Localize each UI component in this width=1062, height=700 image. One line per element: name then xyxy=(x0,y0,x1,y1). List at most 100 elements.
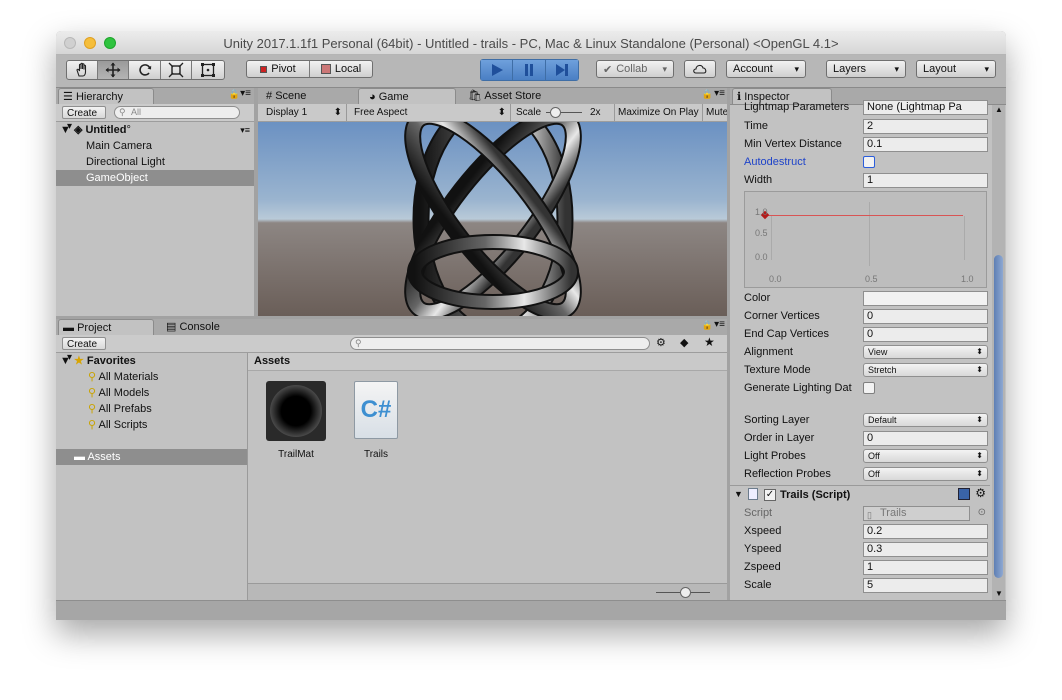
width-curve-editor[interactable]: 1.0 0.5 0.0 0.0 0.5 1.0 xyxy=(744,191,987,288)
move-tool-button[interactable] xyxy=(97,61,130,79)
hierarchy-item[interactable]: Directional Light xyxy=(56,154,254,170)
asset-browser: Assets TrailMat C# Trails xyxy=(248,353,727,600)
lock-icon[interactable]: 🔒 xyxy=(702,89,713,100)
end-cap-vertices-field[interactable]: 0 xyxy=(863,327,988,342)
panel-menu-icon[interactable]: ▾≡ xyxy=(714,88,725,99)
tab-game[interactable]: ◕ Game xyxy=(358,88,456,104)
field-label: Color xyxy=(744,292,771,304)
tab-hierarchy[interactable]: ☰ Hierarchy xyxy=(58,88,154,104)
component-header[interactable]: ▼ ✓ Trails (Script) ⚙ xyxy=(730,485,990,506)
foldout-arrow-icon[interactable]: ▼ xyxy=(734,489,743,499)
store-icon: 🛍 xyxy=(468,90,482,102)
game-viewport[interactable] xyxy=(258,122,727,316)
color-gradient-field[interactable] xyxy=(863,291,988,306)
rotate-tool-button[interactable] xyxy=(129,61,161,79)
maximize-on-play-toggle[interactable]: Maximize On Play xyxy=(616,104,703,121)
expand-arrow-icon[interactable]: ▼ xyxy=(60,355,71,367)
alignment-dropdown[interactable]: View xyxy=(863,345,988,359)
panel-menu-icon[interactable]: ▾≡ xyxy=(240,88,251,99)
favorites-item[interactable]: ⚲ All Models xyxy=(56,385,247,401)
script-field[interactable]: ▯ Trails xyxy=(863,506,970,521)
scrollbar-thumb[interactable] xyxy=(994,255,1003,578)
assets-folder-row[interactable]: ▬ Assets xyxy=(56,449,247,465)
game-panel: # Scene ◕ Game 🛍 Asset Store 🔒 ▾≡ Displa… xyxy=(258,88,727,316)
tab-console[interactable]: ▤ Console xyxy=(162,319,258,335)
xspeed-field[interactable]: 0.2 xyxy=(863,524,988,539)
tab-project[interactable]: ▬ Project xyxy=(58,319,154,335)
step-button[interactable] xyxy=(545,60,578,80)
rect-tool-button[interactable] xyxy=(192,61,224,79)
inspector-scrollbar[interactable]: ▲ ▼ xyxy=(992,105,1005,600)
pivot-label: Pivot xyxy=(271,63,296,75)
cloud-button[interactable] xyxy=(684,60,716,78)
scale-tool-button[interactable] xyxy=(161,61,193,79)
width-field[interactable]: 1 xyxy=(863,173,988,188)
filter-label-icon[interactable]: ◆ xyxy=(680,336,688,349)
favorite-star-icon[interactable]: ★ xyxy=(704,335,715,349)
tab-scene[interactable]: # Scene xyxy=(262,88,354,104)
component-enabled-checkbox[interactable]: ✓ xyxy=(764,489,776,501)
field-label: Min Vertex Distance xyxy=(744,138,842,150)
object-picker-icon[interactable]: ⊙ xyxy=(978,505,986,521)
asset-item[interactable]: TrailMat xyxy=(264,381,328,467)
lightmap-parameters-field[interactable]: None (Lightmap Pa xyxy=(863,100,988,115)
play-button[interactable] xyxy=(481,60,514,80)
curve-grid xyxy=(869,202,870,266)
reflection-probes-dropdown[interactable]: Off xyxy=(863,467,988,481)
layers-dropdown[interactable]: Layers xyxy=(826,60,906,78)
asset-item[interactable]: C# Trails xyxy=(344,381,408,467)
scene-row[interactable]: ▼ ◈ Untitled° ▾≡ xyxy=(56,122,254,138)
tab-asset-store[interactable]: 🛍 Asset Store xyxy=(464,88,568,104)
sorting-layer-dropdown[interactable]: Default xyxy=(863,413,988,427)
gear-icon[interactable]: ⚙ xyxy=(975,486,986,500)
favorites-item[interactable]: ⚲ All Prefabs xyxy=(56,401,247,417)
mute-audio-toggle[interactable]: Mute xyxy=(704,104,727,121)
pause-button[interactable] xyxy=(513,60,546,80)
layout-dropdown[interactable]: Layout xyxy=(916,60,996,78)
scroll-down-icon[interactable]: ▼ xyxy=(995,589,1003,598)
pivot-button[interactable]: Pivot xyxy=(247,61,310,77)
lock-icon[interactable]: 🔒 xyxy=(702,320,713,331)
lock-icon[interactable]: 🔒 xyxy=(229,89,240,100)
hand-tool-button[interactable] xyxy=(67,61,98,79)
hierarchy-item-selected[interactable]: GameObject xyxy=(56,170,254,186)
light-probes-row: Light Probes Off xyxy=(744,448,988,464)
filter-type-icon[interactable]: ⚙ xyxy=(656,336,666,349)
zspeed-field[interactable]: 1 xyxy=(863,560,988,575)
favorites-item[interactable]: ⚲ All Materials xyxy=(56,369,247,385)
hierarchy-item[interactable]: Main Camera xyxy=(56,138,254,154)
scene-menu-icon[interactable]: ▾≡ xyxy=(240,122,250,138)
hierarchy-search-input[interactable]: ⚲ All xyxy=(114,106,240,119)
collab-dropdown[interactable]: ✔ Collab xyxy=(596,60,674,78)
scale-slider-thumb[interactable] xyxy=(550,107,561,118)
yspeed-field[interactable]: 0.3 xyxy=(863,542,988,557)
field-label: Width xyxy=(744,174,773,186)
book-icon[interactable] xyxy=(958,488,970,500)
favorites-row[interactable]: ▼ ★ Favorites xyxy=(56,353,247,369)
favorites-item-label: All Prefabs xyxy=(98,403,152,415)
panel-menu-icon[interactable]: ▾≡ xyxy=(714,319,725,330)
scale-field[interactable]: 5 xyxy=(863,578,988,593)
aspect-dropdown[interactable]: Free Aspect ⬍ xyxy=(350,104,511,121)
autodestruct-checkbox[interactable] xyxy=(863,156,875,168)
light-probes-dropdown[interactable]: Off xyxy=(863,449,988,463)
project-search-input[interactable]: ⚲ xyxy=(350,337,650,350)
favorites-item[interactable]: ⚲ All Scripts xyxy=(56,417,247,433)
material-sphere-icon xyxy=(270,385,322,437)
corner-vertices-field[interactable]: 0 xyxy=(863,309,988,324)
generate-lighting-checkbox[interactable] xyxy=(863,382,875,394)
order-in-layer-field[interactable]: 0 xyxy=(863,431,988,446)
local-button[interactable]: Local xyxy=(310,61,372,77)
account-dropdown[interactable]: Account xyxy=(726,60,806,78)
curve-x-label: 1.0 xyxy=(961,274,974,284)
icon-size-slider-thumb[interactable] xyxy=(680,587,691,598)
field-label: Texture Mode xyxy=(744,364,811,376)
time-field[interactable]: 2 xyxy=(863,119,988,134)
scroll-up-icon[interactable]: ▲ xyxy=(995,105,1003,114)
min-vertex-distance-field[interactable]: 0.1 xyxy=(863,137,988,152)
expand-arrow-icon[interactable]: ▼ xyxy=(60,124,71,136)
texture-mode-dropdown[interactable]: Stretch xyxy=(863,363,988,377)
project-create-button[interactable]: Create ▾ xyxy=(62,337,106,363)
hierarchy-create-button[interactable]: Create ▾ xyxy=(62,106,106,132)
display-dropdown[interactable]: Display 1 ⬍ xyxy=(262,104,347,121)
